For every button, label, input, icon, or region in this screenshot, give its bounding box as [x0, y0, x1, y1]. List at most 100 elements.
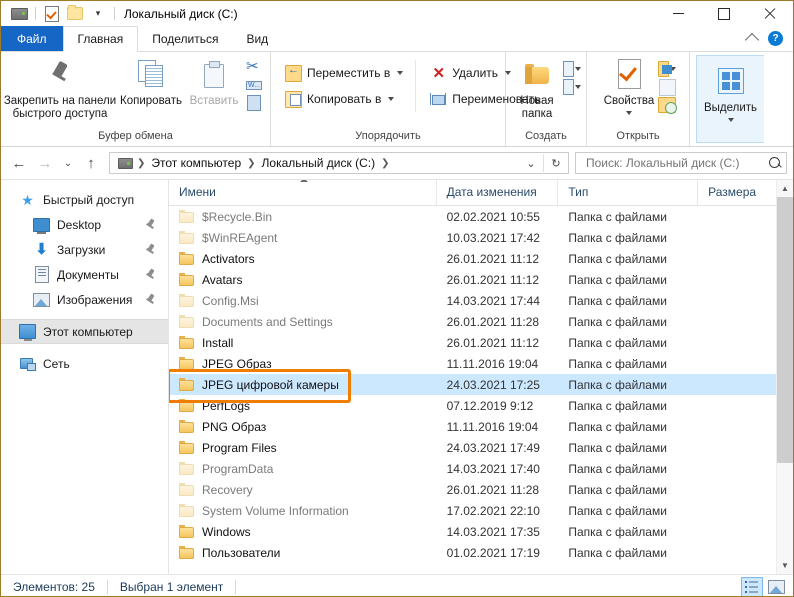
table-row[interactable]: Documents and Settings 26.01.2021 11:28 Па…: [169, 311, 793, 332]
file-name-cell: Program Files: [169, 440, 437, 455]
file-name-label: ProgramData: [202, 461, 274, 476]
table-row[interactable]: PNG Образ 11.11.2016 19:04 Папка с файлами: [169, 416, 793, 437]
up-button[interactable]: ↑: [79, 151, 103, 175]
easy-access-icon[interactable]: [563, 79, 581, 95]
details-view-button[interactable]: [741, 577, 763, 596]
copy-to-button[interactable]: Копировать в: [279, 86, 409, 112]
address-field[interactable]: ❯ Этот компьютер ❯ Локальный диск (C:) ❯…: [109, 152, 569, 174]
table-row[interactable]: $WinREAgent 10.03.2021 17:42 Папка с файла…: [169, 227, 793, 248]
column-header-type[interactable]: Тип: [558, 180, 699, 205]
select-button[interactable]: Выделить: [699, 64, 763, 122]
scroll-up-arrow-icon[interactable]: ▲: [777, 180, 793, 197]
move-to-button[interactable]: Переместить в: [279, 60, 409, 86]
sidebar-item-desktop[interactable]: Desktop: [1, 212, 168, 237]
delete-icon: ✕: [432, 64, 446, 82]
search-box[interactable]: [575, 152, 787, 174]
table-row[interactable]: $Recycle.Bin 02.02.2021 10:55 Папка с файл…: [169, 206, 793, 227]
pin-to-quick-access-button[interactable]: Закрепить на панели быстрого доступа: [1, 57, 119, 121]
file-name-label: Config.Msi: [202, 293, 259, 308]
pin-icon[interactable]: [145, 219, 156, 230]
pin-icon[interactable]: [145, 244, 156, 255]
monitor-icon: [33, 216, 50, 234]
pin-icon[interactable]: [145, 269, 156, 280]
tab-home[interactable]: Главная: [62, 26, 139, 52]
move-to-chevron-down-icon[interactable]: [397, 71, 404, 75]
paste-button[interactable]: Вставить: [183, 57, 245, 108]
sidebar-item-network[interactable]: Сеть: [1, 351, 168, 376]
select-chevron-down-icon[interactable]: [727, 118, 734, 122]
collapse-ribbon-chevron-up-icon[interactable]: [744, 32, 760, 48]
copy-path-icon[interactable]: W...: [245, 77, 263, 93]
window-title: Локальный диск (C:): [124, 6, 238, 21]
close-button[interactable]: [747, 1, 793, 26]
file-name-label: Activators: [202, 251, 255, 266]
scrollbar-thumb[interactable]: [777, 197, 793, 463]
drive-icon[interactable]: [9, 4, 29, 24]
sidebar-item-this-pc[interactable]: Этот компьютер: [1, 319, 168, 344]
copy-to-label: Копировать в: [307, 92, 382, 106]
address-dropdown-chevron-down-icon[interactable]: ⌄: [521, 153, 541, 173]
file-type-cell: Папка с файлами: [568, 335, 667, 350]
table-row[interactable]: PerfLogs 07.12.2019 9:12 Папка с файлами: [169, 395, 793, 416]
back-button[interactable]: ←: [7, 151, 31, 175]
search-icon[interactable]: [769, 156, 782, 170]
tab-share[interactable]: Поделиться: [138, 26, 232, 51]
refresh-icon[interactable]: ↻: [546, 153, 566, 173]
table-row[interactable]: System Volume Information 17.02.2021 22:1…: [169, 500, 793, 521]
forward-button[interactable]: →: [33, 151, 57, 175]
large-icons-view-button[interactable]: [765, 577, 787, 596]
breadcrumb-separator-2[interactable]: ❯: [379, 158, 391, 169]
minimize-button[interactable]: [655, 1, 701, 26]
sidebar-item-quick-access[interactable]: ★ Быстрый доступ: [1, 187, 168, 212]
breadcrumb-local-disk-c[interactable]: Локальный диск (C:): [258, 156, 380, 170]
history-icon[interactable]: [658, 97, 677, 114]
table-row[interactable]: JPEG Образ 11.11.2016 19:04 Папка с файлам…: [169, 353, 793, 374]
sidebar-item-label: Быстрый доступ: [43, 192, 135, 207]
breadcrumb-this-pc[interactable]: Этот компьютер: [147, 156, 245, 170]
tab-view[interactable]: Вид: [232, 26, 282, 51]
properties-icon[interactable]: [42, 4, 62, 24]
edit-icon[interactable]: [658, 78, 676, 96]
column-header-date[interactable]: Дата изменения: [437, 180, 559, 205]
table-row[interactable]: Program Files 24.03.2021 17:49 Папка с фай…: [169, 437, 793, 458]
new-folder-icon[interactable]: [65, 4, 85, 24]
new-item-icon[interactable]: [563, 61, 581, 77]
vertical-scrollbar[interactable]: ▲ ▼: [776, 180, 793, 574]
table-row[interactable]: Activators 26.01.2021 11:12 Папка с файлам…: [169, 248, 793, 269]
help-icon[interactable]: ?: [768, 31, 783, 46]
copy-button[interactable]: Копировать: [119, 57, 183, 108]
maximize-button[interactable]: [701, 1, 747, 26]
pin-icon[interactable]: [145, 294, 156, 305]
properties-chevron-down-icon[interactable]: [626, 111, 632, 115]
paste-shortcut-icon[interactable]: [245, 95, 263, 111]
folder-icon: [179, 482, 194, 496]
folder-icon: [179, 251, 194, 265]
scroll-down-arrow-icon[interactable]: ▼: [777, 557, 793, 574]
table-row[interactable]: Avatars 26.01.2021 11:12 Папка с файлами: [169, 269, 793, 290]
breadcrumb-separator-1[interactable]: ❯: [245, 158, 257, 169]
cut-icon[interactable]: ✂: [245, 59, 263, 75]
copy-to-chevron-down-icon[interactable]: [388, 97, 395, 101]
table-row[interactable]: JPEG цифровой камеры 24.03.2021 17:25 Папк…: [169, 374, 793, 395]
table-row[interactable]: Config.Msi 14.03.2021 17:44 Папка с файлам…: [169, 290, 793, 311]
table-row[interactable]: Install 26.01.2021 11:12 Папка с файлами: [169, 332, 793, 353]
table-row[interactable]: Windows 14.03.2021 17:35 Папка с файлами: [169, 521, 793, 542]
recent-locations-chevron-down-icon[interactable]: ⌄: [59, 151, 77, 175]
sidebar-item-documents[interactable]: Документы: [1, 262, 168, 287]
customize-quick-access-chevron-down-icon[interactable]: ▾: [88, 4, 108, 24]
sidebar-item-pictures[interactable]: Изображения: [1, 287, 168, 312]
ribbon-group-select[interactable]: Выделить: [696, 55, 764, 143]
tab-file[interactable]: Файл: [1, 26, 63, 51]
sidebar-item-downloads[interactable]: ⬇ Загрузки: [1, 237, 168, 262]
table-row[interactable]: Пользователи 01.02.2021 17:19 Папка с файл…: [169, 542, 793, 563]
select-icon: [717, 64, 744, 98]
properties-button[interactable]: Свойства: [600, 57, 658, 115]
column-header-name[interactable]: Имени: [169, 180, 437, 205]
table-row[interactable]: Recovery 26.01.2021 11:28 Папка с файлами: [169, 479, 793, 500]
new-folder-button[interactable]: Новая папка: [511, 57, 563, 121]
table-row[interactable]: ProgramData 14.03.2021 17:40 Папка с файла…: [169, 458, 793, 479]
file-type-cell: Папка с файлами: [568, 461, 667, 476]
file-name-label: Windows: [202, 524, 251, 539]
search-input[interactable]: [584, 155, 769, 171]
open-icon[interactable]: [658, 61, 676, 77]
